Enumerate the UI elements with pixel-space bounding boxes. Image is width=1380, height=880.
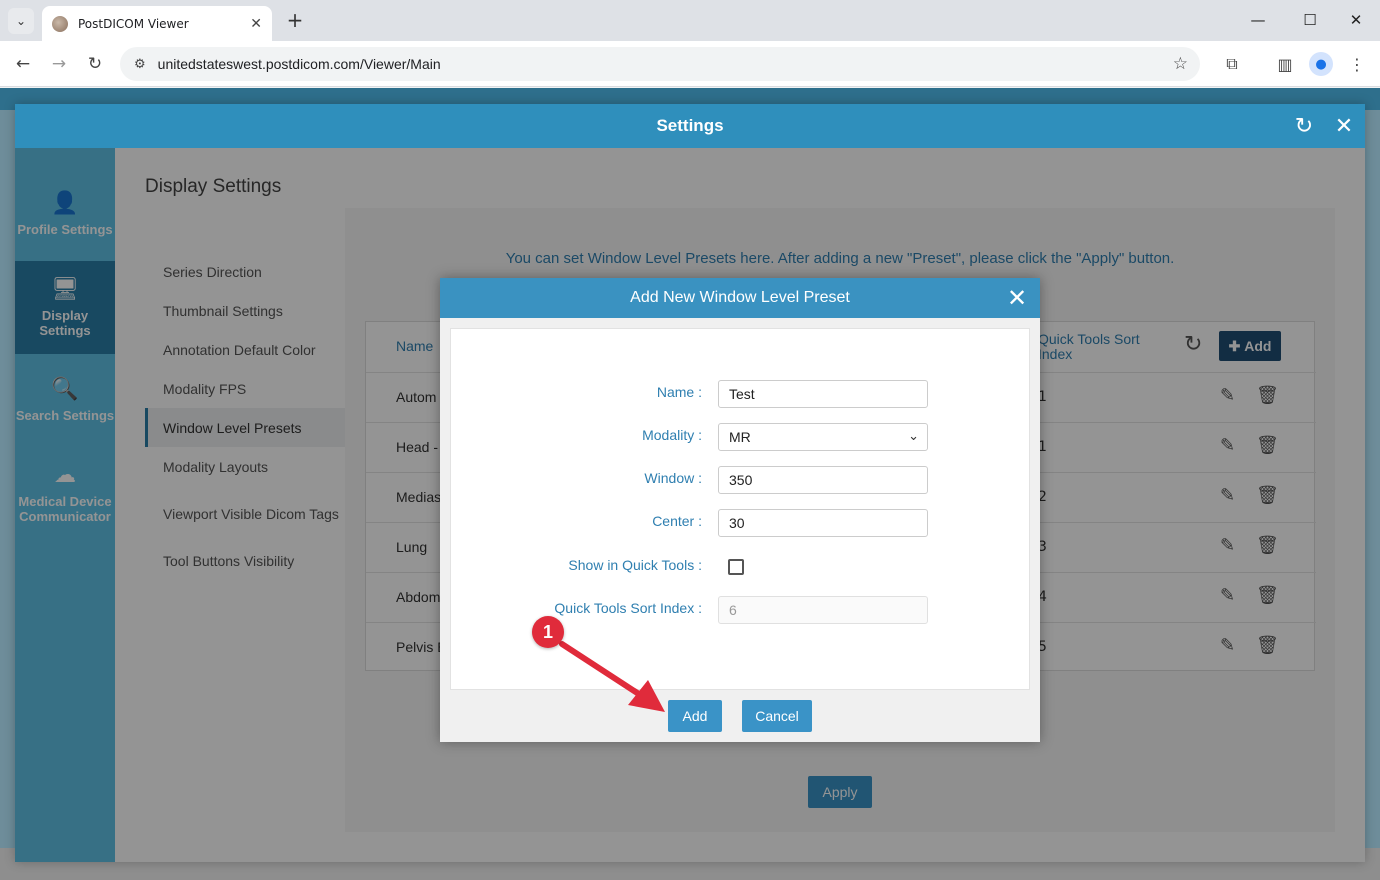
step-badge: 1	[532, 616, 564, 648]
new-tab-button[interactable]: +	[283, 8, 307, 32]
sort-index-label: Quick Tools Sort Index :	[554, 600, 702, 616]
back-button[interactable]: ←	[10, 51, 36, 77]
maximize-button[interactable]: ☐	[1290, 6, 1330, 34]
refresh-icon: ↻	[1294, 113, 1314, 139]
name-label: Name :	[656, 384, 702, 400]
bookmark-star-icon[interactable]: ☆	[1173, 54, 1188, 74]
chevron-down-icon: ⌄	[15, 14, 27, 28]
side-panel-icon[interactable]: ▥	[1273, 52, 1297, 76]
center-input[interactable]: 30	[718, 509, 928, 537]
menu-kebab-icon[interactable]: ⋮	[1345, 52, 1369, 76]
close-icon: ✕	[1006, 284, 1028, 312]
arrow-right-icon: →	[51, 54, 67, 74]
name-input[interactable]: Test	[718, 380, 928, 408]
minimize-icon: —	[1250, 11, 1266, 29]
modality-select[interactable]: MR ⌄	[718, 423, 928, 451]
settings-header: Settings ↻ ✕	[15, 104, 1365, 148]
tab-title: PostDICOM Viewer	[78, 16, 189, 31]
show-quick-tools-label: Show in Quick Tools :	[568, 557, 702, 573]
close-icon: ✕	[1334, 113, 1354, 139]
show-quick-tools-checkbox[interactable]	[728, 559, 744, 575]
browser-tabstrip: ⌄ PostDICOM Viewer ✕ + — ☐ ✕	[0, 0, 1380, 41]
close-window-button[interactable]: ✕	[1336, 6, 1376, 34]
maximize-icon: ☐	[1303, 11, 1317, 29]
reload-button[interactable]: ↻	[82, 51, 108, 77]
modal-header: Add New Window Level Preset ✕	[440, 278, 1040, 318]
modal-title: Add New Window Level Preset	[630, 289, 850, 306]
site-info-icon[interactable]: ⚙	[134, 57, 146, 72]
browser-tab[interactable]: PostDICOM Viewer ✕	[42, 6, 272, 41]
tab-list-button[interactable]: ⌄	[8, 8, 34, 34]
favicon-icon	[52, 15, 68, 32]
forward-button[interactable]: →	[46, 51, 72, 77]
modal-close-button[interactable]: ✕	[1004, 284, 1030, 312]
profile-avatar-icon[interactable]: ●	[1309, 52, 1333, 76]
reload-icon: ↻	[87, 54, 103, 74]
chevron-down-icon: ⌄	[908, 428, 919, 443]
sort-index-input[interactable]: 6	[718, 596, 928, 624]
modal-add-button[interactable]: Add	[668, 700, 722, 732]
settings-close-button[interactable]: ✕	[1331, 113, 1357, 139]
browser-toolbar: ← → ↻ ⚙ unitedstateswest.postdicom.com/V…	[0, 41, 1380, 87]
modal-cancel-button[interactable]: Cancel	[742, 700, 812, 732]
settings-title: Settings	[656, 116, 724, 135]
modality-label: Modality :	[642, 427, 702, 443]
url-text: unitedstateswest.postdicom.com/Viewer/Ma…	[157, 56, 441, 72]
window-input[interactable]: 350	[718, 466, 928, 494]
address-bar[interactable]: ⚙ unitedstateswest.postdicom.com/Viewer/…	[120, 47, 1200, 81]
extensions-icon[interactable]: ⧉	[1220, 52, 1244, 76]
minimize-button[interactable]: —	[1238, 6, 1278, 34]
plus-icon: +	[286, 8, 304, 32]
close-icon: ✕	[1349, 11, 1363, 29]
window-label: Window :	[644, 470, 702, 486]
arrow-left-icon: ←	[15, 54, 31, 74]
modality-value: MR	[729, 429, 751, 445]
add-preset-modal: Add New Window Level Preset ✕ Name : Tes…	[440, 278, 1040, 742]
reset-button[interactable]: ↻	[1291, 113, 1317, 139]
center-label: Center :	[652, 513, 702, 529]
close-tab-icon[interactable]: ✕	[250, 16, 262, 32]
